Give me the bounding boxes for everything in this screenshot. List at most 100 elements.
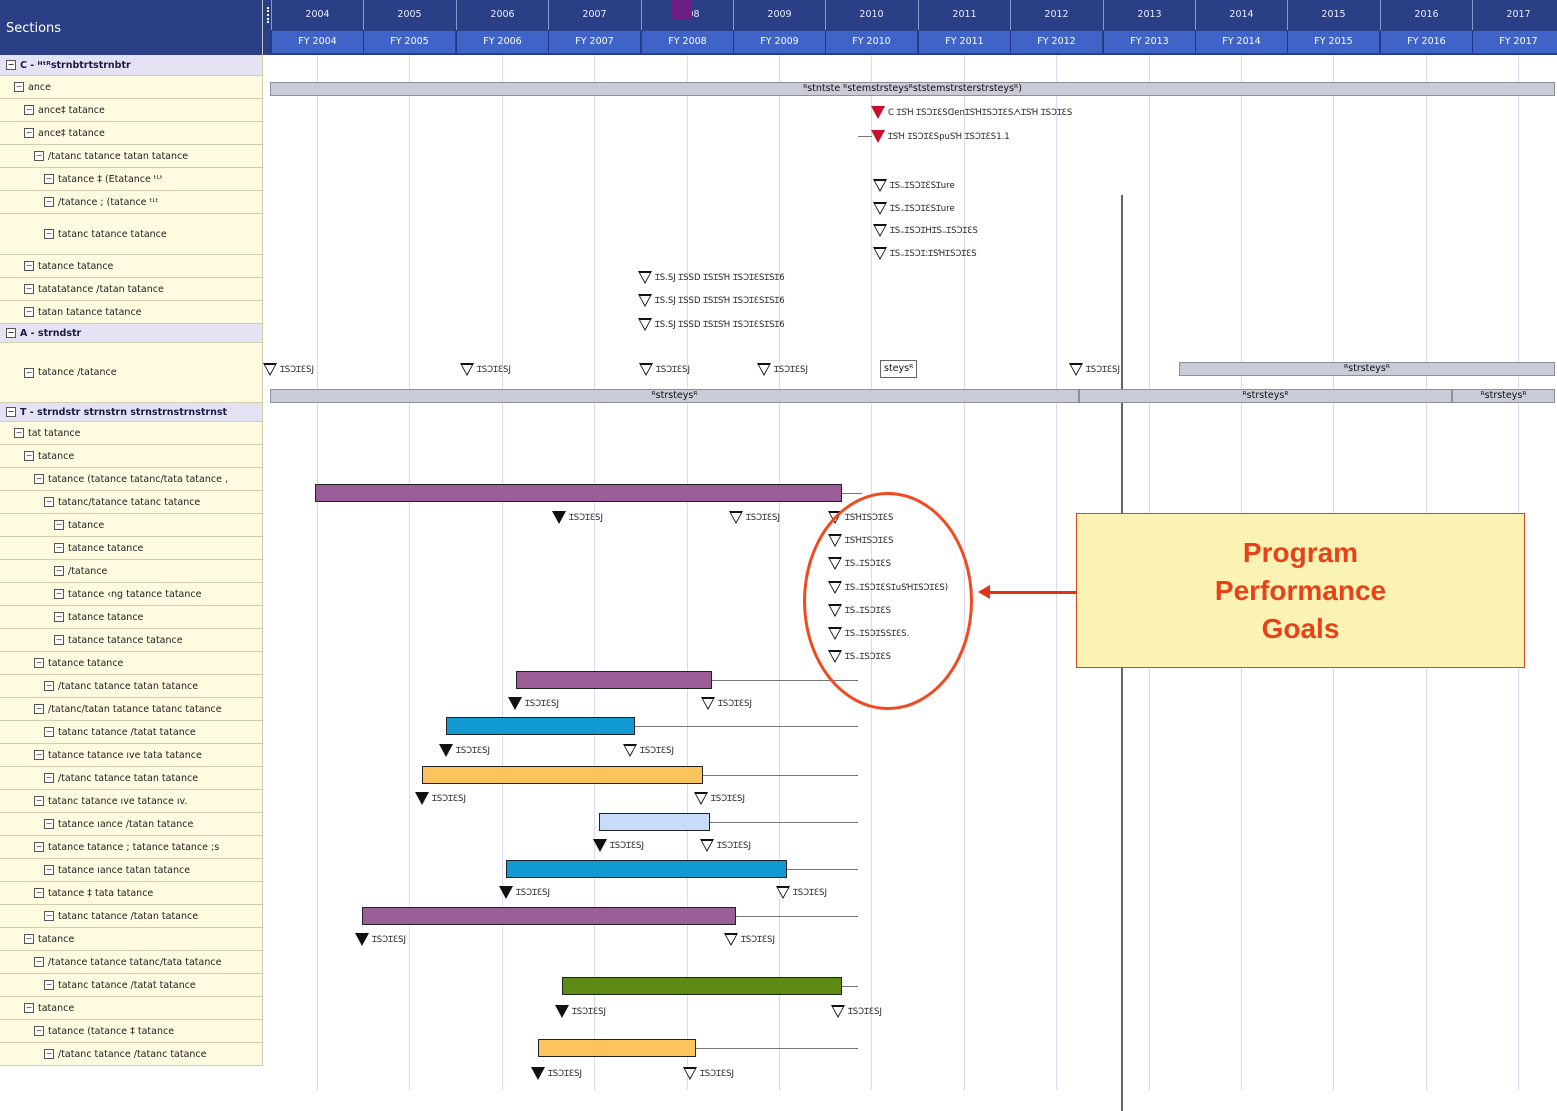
boxed-task-label[interactable]: steysᴿ [880, 360, 918, 378]
section-row[interactable]: − tatance [0, 928, 263, 951]
collapse-toggle-icon[interactable]: − [54, 589, 64, 599]
task-bar[interactable] [516, 671, 712, 689]
collapse-toggle-icon[interactable]: − [54, 520, 64, 530]
section-row[interactable]: −/tatanc tatance tatan tatance [0, 767, 263, 790]
collapse-toggle-icon[interactable]: − [44, 1049, 54, 1059]
section-row[interactable]: − tatance ıance /tatan tatance [0, 813, 263, 836]
section-row[interactable]: − tatance tatance tatance [0, 629, 263, 652]
section-row[interactable]: − tatance tatance [0, 537, 263, 560]
collapse-toggle-icon[interactable]: − [24, 367, 34, 378]
milestone[interactable]: ꞮSꞪ ꞮSƆꞮƐSpuSꞪ ꞮSƆꞮƐS1.1 [871, 129, 1010, 143]
section-row[interactable]: − tatanc tatance /tatan tatance [0, 905, 263, 928]
goal-milestone[interactable]: ꞮSꞪꞮSƆꞮƐS [828, 533, 893, 547]
section-row[interactable]: − ance‡ tatance [0, 99, 263, 122]
section-row[interactable]: − tatance (tatance tatanc/tata tatance , [0, 468, 263, 491]
goal-milestone[interactable]: ꞮSꞪꞮSƆꞮƐS [828, 510, 893, 524]
section-row[interactable]: − tatan tatance tatance [0, 301, 263, 324]
goal-milestone[interactable]: ꞮS₌ꞮSƆꞮƐS [828, 603, 891, 617]
milestone[interactable]: ꞮSƆꞮƐSJ [700, 838, 751, 852]
milestone[interactable]: ꞮSƆꞮƐSJ [593, 838, 644, 852]
collapse-toggle-icon[interactable]: − [34, 796, 44, 806]
collapse-toggle-icon[interactable]: − [44, 980, 54, 990]
task-bar[interactable] [362, 907, 736, 925]
collapse-toggle-icon[interactable]: − [54, 566, 64, 576]
milestone[interactable]: C ꞮSꞪ ꞮSƆꞮƐSᗡenꞮSꞪꞮSƆꞮƐSᗅꞮSꞪ ꞮSƆꞮƐS [871, 105, 1072, 119]
section-row[interactable]: − tatance tatance [0, 255, 263, 278]
goal-milestone[interactable]: ꞮS₌ꞮSƆꞮƐS [828, 556, 891, 570]
section-row[interactable]: −/tatanc tatance tatan tatance [0, 145, 263, 168]
milestone[interactable]: ꞮSƆꞮƐSJ [683, 1066, 734, 1080]
milestone[interactable]: ꞮSƆꞮƐSJ [831, 1004, 882, 1018]
milestone[interactable]: ꞮSƆꞮƐSJ [508, 696, 559, 710]
task-bar[interactable] [599, 813, 710, 831]
section-row[interactable]: − tat tatance [0, 422, 263, 445]
task-bar[interactable] [315, 484, 842, 502]
section-row[interactable]: − tatance tatance ; tatance tatance ;s [0, 836, 263, 859]
task-bar[interactable] [538, 1039, 696, 1057]
collapse-toggle-icon[interactable]: − [24, 451, 34, 461]
milestone[interactable]: ꞮSƆꞮƐSJ [263, 362, 314, 376]
collapse-toggle-icon[interactable]: − [34, 750, 44, 760]
collapse-toggle-icon[interactable]: − [14, 82, 24, 92]
collapse-toggle-icon[interactable]: − [6, 407, 16, 417]
collapse-toggle-icon[interactable]: − [24, 307, 34, 317]
collapse-toggle-icon[interactable]: − [34, 658, 44, 668]
section-row[interactable]: − tatance /tatance [0, 343, 263, 403]
collapse-toggle-icon[interactable]: − [44, 865, 54, 875]
milestone[interactable]: ꞮSƆꞮƐSJ [623, 743, 674, 757]
milestone[interactable]: ꞮSƆꞮƐSJ [355, 932, 406, 946]
milestone[interactable]: ꞮS₌ꞮSƆꞮƐSꞮure [873, 178, 955, 192]
section-row[interactable]: −/tatanc/tatan tatance tatanc tatance [0, 698, 263, 721]
collapse-toggle-icon[interactable]: − [44, 727, 54, 737]
summary-bar[interactable]: ᴿstrsteysᴿ [270, 389, 1079, 403]
milestone[interactable]: ꞮSƆꞮƐSJ [757, 362, 808, 376]
section-row[interactable]: − A - strndstr [0, 324, 263, 343]
collapse-toggle-icon[interactable]: − [44, 229, 54, 239]
section-row[interactable]: − tatance ‡ tata tatance [0, 882, 263, 905]
milestone[interactable]: ꞮSƆꞮƐSJ [729, 510, 780, 524]
section-row[interactable]: − tatanc tatance /tatat tatance [0, 974, 263, 997]
collapse-toggle-icon[interactable]: − [44, 497, 54, 507]
milestone[interactable]: ꞮSƆꞮƐSJ [639, 362, 690, 376]
milestone[interactable]: ꞮSƆꞮƐSJ [694, 791, 745, 805]
section-row[interactable]: − tatance tatance [0, 652, 263, 675]
milestone[interactable]: ꞮSƆꞮƐSJ [499, 885, 550, 899]
collapse-toggle-icon[interactable]: − [44, 819, 54, 829]
milestone[interactable]: ꞮS₌ꞮSƆꞮ꞉ꞮSꞪꞮSƆꞮƐS [873, 246, 977, 260]
summary-bar[interactable]: ᴿstntste ᴿstemstrsteysᴿststemstrsterstrs… [270, 82, 1555, 96]
collapse-toggle-icon[interactable]: − [54, 612, 64, 622]
collapse-toggle-icon[interactable]: − [34, 151, 44, 161]
section-row[interactable]: − tatance [0, 997, 263, 1020]
collapse-toggle-icon[interactable]: − [34, 957, 44, 967]
collapse-toggle-icon[interactable]: − [44, 174, 54, 184]
section-row[interactable]: −/tatance ; (tatance ᵗᴸᵗ [0, 191, 263, 214]
section-row[interactable]: − tatance ‡ (Etatance ᵗᴸᵗ [0, 168, 263, 191]
resize-handle[interactable] [267, 7, 271, 23]
section-row[interactable]: − tatanc tatance /tatat tatance [0, 721, 263, 744]
section-row[interactable]: −/tatance tatance tatanc/tata tatance [0, 951, 263, 974]
section-row[interactable]: − ance‡ tatance [0, 122, 263, 145]
milestone[interactable]: ꞮSƆꞮƐSJ [531, 1066, 582, 1080]
section-row[interactable]: − tatanc/tatance tatanc tatance [0, 491, 263, 514]
collapse-toggle-icon[interactable]: − [34, 704, 44, 714]
task-bar[interactable] [562, 977, 842, 995]
milestone[interactable]: ꞮS.SJ ꞮSSD ꞮSꞮSꞪ ꞮSƆꞮƐSꞮSꞮ6 [638, 270, 785, 284]
goal-milestone[interactable]: ꞮS₌ꞮSƆꞮƐSꞮuSꞪꞮSƆꞮƐS) [828, 580, 948, 594]
section-row[interactable]: − tatance [0, 445, 263, 468]
section-row[interactable]: −/tatance [0, 560, 263, 583]
collapse-toggle-icon[interactable]: − [24, 261, 34, 271]
section-row[interactable]: − tatance ‹ng tatance tatance [0, 583, 263, 606]
collapse-toggle-icon[interactable]: − [24, 128, 34, 138]
section-row[interactable]: − tatance ıance tatan tatance [0, 859, 263, 882]
collapse-toggle-icon[interactable]: − [34, 888, 44, 898]
collapse-toggle-icon[interactable]: − [34, 474, 44, 484]
collapse-toggle-icon[interactable]: − [34, 842, 44, 852]
collapse-toggle-icon[interactable]: − [44, 197, 54, 207]
milestone[interactable]: ꞮSƆꞮƐSJ [552, 510, 603, 524]
section-row[interactable]: − C - ᴴᵗᴿstrnbtrtstrnbtr [0, 55, 263, 76]
collapse-toggle-icon[interactable]: − [6, 60, 16, 70]
milestone[interactable]: ꞮS₌ꞮSƆꞮƐSꞮure [873, 201, 955, 215]
collapse-toggle-icon[interactable]: − [34, 1026, 44, 1036]
collapse-toggle-icon[interactable]: − [24, 105, 34, 115]
task-bar[interactable] [506, 860, 787, 878]
